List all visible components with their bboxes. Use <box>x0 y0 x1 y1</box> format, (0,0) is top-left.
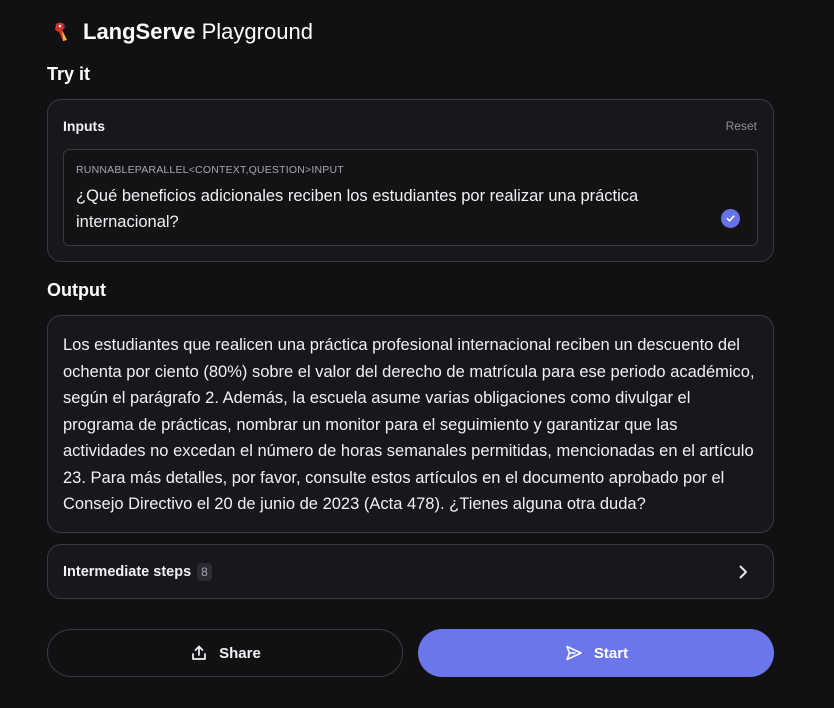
intermediate-steps-label-row: Intermediate steps 8 <box>63 563 212 581</box>
send-icon <box>564 643 584 663</box>
inputs-label: Inputs <box>63 118 105 134</box>
inputs-card: Inputs Reset RUNNABLEPARALLEL<CONTEXT,QU… <box>47 99 774 262</box>
intermediate-steps-count-badge: 8 <box>197 563 212 581</box>
start-button-label: Start <box>593 644 629 662</box>
output-heading: Output <box>47 280 106 300</box>
app-title: LangServe Playground <box>83 19 313 45</box>
intermediate-steps-label: Intermediate steps <box>63 564 192 580</box>
question-input[interactable]: RUNNABLEPARALLEL<CONTEXT,QUESTION>INPUT … <box>63 149 758 246</box>
chevron-right-icon[interactable] <box>733 562 753 582</box>
output-text: Los estudiantes que realicen una práctic… <box>63 336 755 513</box>
share-button[interactable]: Share <box>47 629 403 677</box>
check-circle-icon <box>721 209 740 228</box>
try-it-heading: Try it <box>47 64 91 84</box>
question-input-value[interactable]: ¿Qué beneficios adicionales reciben los … <box>76 183 696 235</box>
start-button[interactable]: Start <box>418 629 774 677</box>
parrot-icon <box>47 19 73 45</box>
question-input-label: RUNNABLEPARALLEL<CONTEXT,QUESTION>INPUT <box>76 164 344 176</box>
output-card: Los estudiantes que realicen una práctic… <box>47 315 774 533</box>
share-button-label: Share <box>219 644 261 662</box>
app-title-bold: LangServe <box>83 19 196 44</box>
share-icon <box>189 643 209 663</box>
inputs-header: Inputs Reset <box>63 118 757 134</box>
intermediate-steps-toggle[interactable]: Intermediate steps 8 <box>47 544 774 599</box>
app-header: LangServe Playground <box>47 16 313 48</box>
app-title-light: Playground <box>201 19 313 44</box>
reset-button[interactable]: Reset <box>726 119 757 133</box>
